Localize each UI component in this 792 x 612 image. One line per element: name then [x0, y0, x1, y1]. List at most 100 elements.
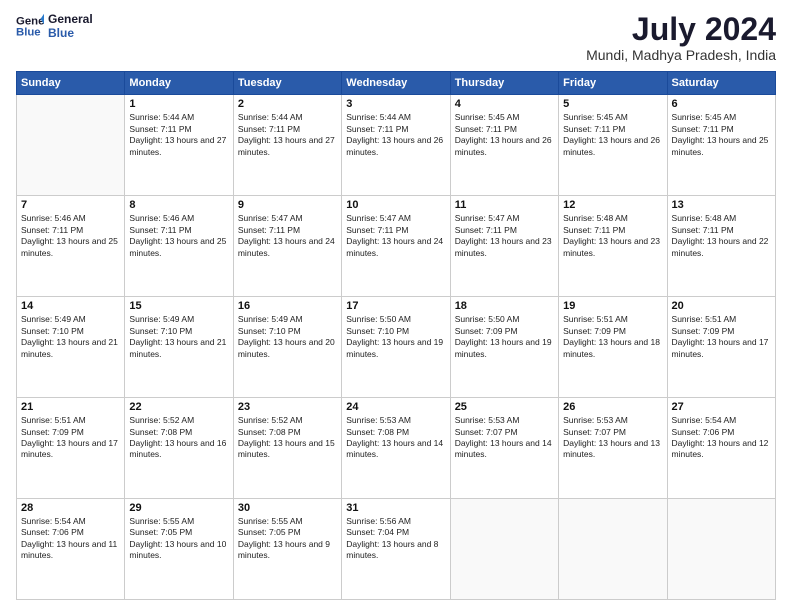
calendar-cell: 31 Sunrise: 5:56 AMSunset: 7:04 PMDayligh…: [342, 499, 450, 600]
calendar-cell: 15Sunrise: 5:49 AMSunset: 7:10 PMDayligh…: [125, 297, 233, 398]
day-number: 25: [455, 401, 554, 413]
day-number: 12: [563, 199, 662, 211]
calendar-cell: 13 Sunrise: 5:48 AMSunset: 7:11 PMDayligh…: [667, 196, 775, 297]
day-number: 30: [238, 502, 337, 514]
calendar-cell: [17, 95, 125, 196]
calendar-cell: 22Sunrise: 5:52 AMSunset: 7:08 PMDayligh…: [125, 398, 233, 499]
day-number: 24: [346, 401, 445, 413]
day-number: 15: [129, 300, 228, 312]
cell-info: Sunrise: 5:51 AMSunset: 7:09 PMDaylight:…: [672, 314, 771, 360]
day-number: 31: [346, 502, 445, 514]
logo-icon: General Blue: [16, 12, 44, 40]
day-number: 14: [21, 300, 120, 312]
calendar-cell: 4 Sunrise: 5:45 AMSunset: 7:11 PMDaylight…: [450, 95, 558, 196]
cell-info: Sunrise: 5:50 AMSunset: 7:10 PMDaylight:…: [346, 314, 445, 360]
cell-info: Sunrise: 5:47 AMSunset: 7:11 PMDaylight:…: [238, 213, 337, 259]
day-number: 23: [238, 401, 337, 413]
calendar-header-friday: Friday: [559, 72, 667, 95]
cell-info: Sunrise: 5:45 AMSunset: 7:11 PMDaylight:…: [672, 112, 771, 158]
day-number: 11: [455, 199, 554, 211]
day-number: 9: [238, 199, 337, 211]
calendar-cell: 24 Sunrise: 5:53 AMSunset: 7:08 PMDayligh…: [342, 398, 450, 499]
day-number: 4: [455, 98, 554, 110]
day-number: 26: [563, 401, 662, 413]
cell-info: Sunrise: 5:54 AMSunset: 7:06 PMDaylight:…: [672, 415, 771, 461]
logo-text-line2: Blue: [48, 26, 93, 40]
calendar-cell: 19Sunrise: 5:51 AMSunset: 7:09 PMDayligh…: [559, 297, 667, 398]
day-number: 29: [129, 502, 228, 514]
calendar-cell: 10 Sunrise: 5:47 AMSunset: 7:11 PMDayligh…: [342, 196, 450, 297]
calendar-header-thursday: Thursday: [450, 72, 558, 95]
calendar-week-row: 1Sunrise: 5:44 AMSunset: 7:11 PMDaylight…: [17, 95, 776, 196]
calendar-cell: 25Sunrise: 5:53 AMSunset: 7:07 PMDayligh…: [450, 398, 558, 499]
cell-info: Sunrise: 5:55 AMSunset: 7:05 PMDaylight:…: [129, 516, 228, 562]
calendar-week-row: 7 Sunrise: 5:46 AMSunset: 7:11 PMDaylight…: [17, 196, 776, 297]
cell-info: Sunrise: 5:50 AMSunset: 7:09 PMDaylight:…: [455, 314, 554, 360]
title-block: July 2024 Mundi, Madhya Pradesh, India: [586, 12, 776, 63]
calendar-week-row: 14 Sunrise: 5:49 AMSunset: 7:10 PMDayligh…: [17, 297, 776, 398]
day-number: 10: [346, 199, 445, 211]
cell-info: Sunrise: 5:48 AMSunset: 7:11 PMDaylight:…: [672, 213, 771, 259]
day-number: 2: [238, 98, 337, 110]
calendar-cell: 1Sunrise: 5:44 AMSunset: 7:11 PMDaylight…: [125, 95, 233, 196]
calendar-cell: 17Sunrise: 5:50 AMSunset: 7:10 PMDayligh…: [342, 297, 450, 398]
calendar-table: SundayMondayTuesdayWednesdayThursdayFrid…: [16, 71, 776, 600]
day-number: 8: [129, 199, 228, 211]
calendar-cell: 12Sunrise: 5:48 AMSunset: 7:11 PMDayligh…: [559, 196, 667, 297]
calendar-week-row: 28 Sunrise: 5:54 AMSunset: 7:06 PMDayligh…: [17, 499, 776, 600]
svg-text:Blue: Blue: [16, 27, 41, 39]
svg-text:General: General: [16, 16, 44, 28]
cell-info: Sunrise: 5:54 AMSunset: 7:06 PMDaylight:…: [21, 516, 120, 562]
calendar-cell: 23 Sunrise: 5:52 AMSunset: 7:08 PMDayligh…: [233, 398, 341, 499]
calendar-cell: 9 Sunrise: 5:47 AMSunset: 7:11 PMDaylight…: [233, 196, 341, 297]
cell-info: Sunrise: 5:45 AMSunset: 7:11 PMDaylight:…: [455, 112, 554, 158]
page-title: July 2024: [586, 12, 776, 47]
day-number: 27: [672, 401, 771, 413]
calendar-header-wednesday: Wednesday: [342, 72, 450, 95]
calendar-cell: 3Sunrise: 5:44 AMSunset: 7:11 PMDaylight…: [342, 95, 450, 196]
logo: General Blue General Blue: [16, 12, 93, 41]
calendar-header-monday: Monday: [125, 72, 233, 95]
cell-info: Sunrise: 5:56 AMSunset: 7:04 PMDaylight:…: [346, 516, 445, 562]
cell-info: Sunrise: 5:45 AMSunset: 7:11 PMDaylight:…: [563, 112, 662, 158]
cell-info: Sunrise: 5:44 AMSunset: 7:11 PMDaylight:…: [129, 112, 228, 158]
calendar-cell: [667, 499, 775, 600]
header: General Blue General Blue July 2024 Mund…: [16, 12, 776, 63]
cell-info: Sunrise: 5:44 AMSunset: 7:11 PMDaylight:…: [238, 112, 337, 158]
calendar-cell: 29 Sunrise: 5:55 AMSunset: 7:05 PMDayligh…: [125, 499, 233, 600]
cell-info: Sunrise: 5:52 AMSunset: 7:08 PMDaylight:…: [238, 415, 337, 461]
day-number: 6: [672, 98, 771, 110]
day-number: 22: [129, 401, 228, 413]
calendar-cell: 27 Sunrise: 5:54 AMSunset: 7:06 PMDayligh…: [667, 398, 775, 499]
calendar-cell: 16 Sunrise: 5:49 AMSunset: 7:10 PMDayligh…: [233, 297, 341, 398]
day-number: 28: [21, 502, 120, 514]
cell-info: Sunrise: 5:49 AMSunset: 7:10 PMDaylight:…: [21, 314, 120, 360]
cell-info: Sunrise: 5:49 AMSunset: 7:10 PMDaylight:…: [238, 314, 337, 360]
cell-info: Sunrise: 5:47 AMSunset: 7:11 PMDaylight:…: [346, 213, 445, 259]
calendar-cell: 11Sunrise: 5:47 AMSunset: 7:11 PMDayligh…: [450, 196, 558, 297]
calendar-header-tuesday: Tuesday: [233, 72, 341, 95]
day-number: 19: [563, 300, 662, 312]
day-number: 21: [21, 401, 120, 413]
calendar-cell: 30 Sunrise: 5:55 AMSunset: 7:05 PMDayligh…: [233, 499, 341, 600]
calendar-cell: 7 Sunrise: 5:46 AMSunset: 7:11 PMDaylight…: [17, 196, 125, 297]
day-number: 3: [346, 98, 445, 110]
calendar-cell: 14 Sunrise: 5:49 AMSunset: 7:10 PMDayligh…: [17, 297, 125, 398]
calendar-cell: 28 Sunrise: 5:54 AMSunset: 7:06 PMDayligh…: [17, 499, 125, 600]
calendar-cell: 18Sunrise: 5:50 AMSunset: 7:09 PMDayligh…: [450, 297, 558, 398]
day-number: 13: [672, 199, 771, 211]
day-number: 7: [21, 199, 120, 211]
calendar-header-sunday: Sunday: [17, 72, 125, 95]
cell-info: Sunrise: 5:46 AMSunset: 7:11 PMDaylight:…: [21, 213, 120, 259]
cell-info: Sunrise: 5:53 AMSunset: 7:08 PMDaylight:…: [346, 415, 445, 461]
day-number: 16: [238, 300, 337, 312]
calendar-cell: [450, 499, 558, 600]
cell-info: Sunrise: 5:55 AMSunset: 7:05 PMDaylight:…: [238, 516, 337, 562]
logo-text-line1: General: [48, 12, 93, 26]
calendar-cell: 20Sunrise: 5:51 AMSunset: 7:09 PMDayligh…: [667, 297, 775, 398]
calendar-cell: 5Sunrise: 5:45 AMSunset: 7:11 PMDaylight…: [559, 95, 667, 196]
calendar-header-row: SundayMondayTuesdayWednesdayThursdayFrid…: [17, 72, 776, 95]
calendar-cell: 6 Sunrise: 5:45 AMSunset: 7:11 PMDaylight…: [667, 95, 775, 196]
calendar-cell: 8Sunrise: 5:46 AMSunset: 7:11 PMDaylight…: [125, 196, 233, 297]
calendar-cell: 26Sunrise: 5:53 AMSunset: 7:07 PMDayligh…: [559, 398, 667, 499]
